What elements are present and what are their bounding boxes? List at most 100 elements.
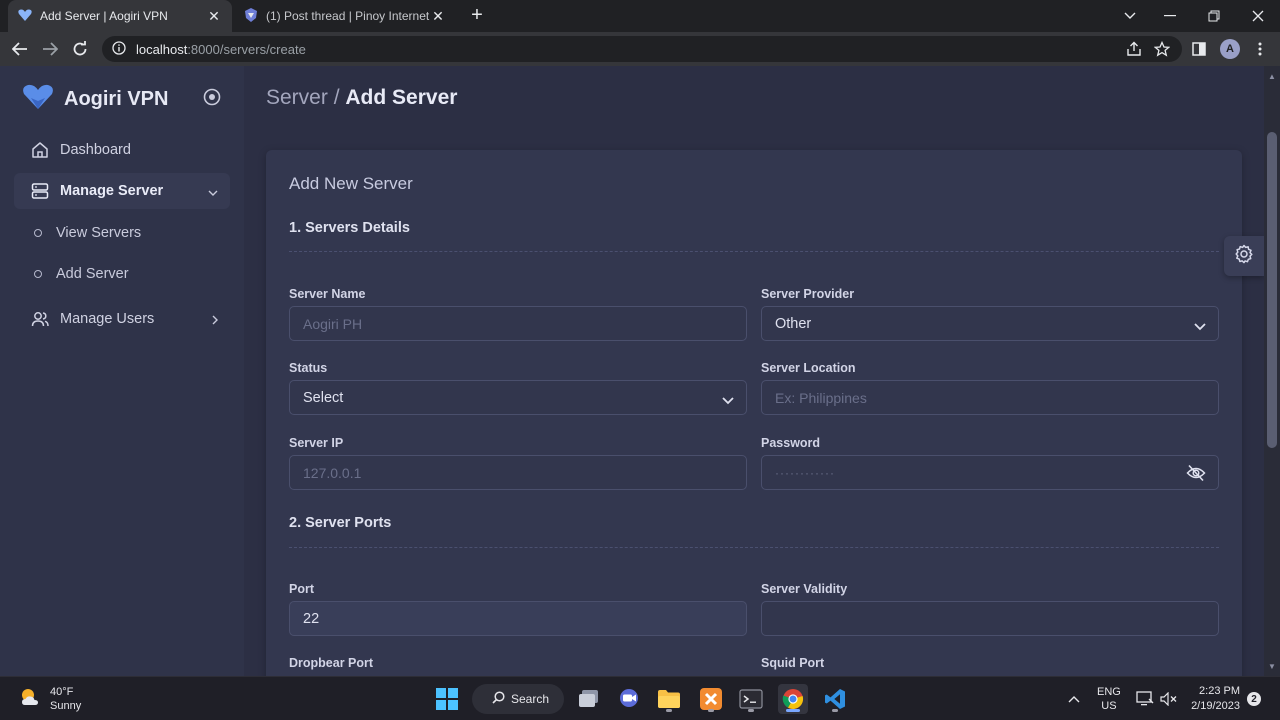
terminal-icon[interactable] (736, 684, 766, 714)
share-icon[interactable] (1124, 39, 1144, 59)
breadcrumb-parent[interactable]: Server (266, 86, 328, 109)
active-indicator (786, 709, 800, 712)
port-input[interactable]: 22 (289, 601, 747, 636)
taskbar-search[interactable]: Search (472, 684, 564, 714)
search-icon (492, 691, 505, 707)
server-provider-select[interactable]: Other (761, 306, 1219, 341)
running-indicator (708, 709, 714, 712)
users-icon (30, 309, 50, 329)
url-path: :8000/servers/create (187, 41, 306, 57)
chevron-down-icon (722, 393, 734, 409)
page-scrollbar[interactable]: ▲ ▼ (1264, 66, 1280, 676)
bookmark-star-icon[interactable] (1152, 39, 1172, 59)
windows-start-icon[interactable] (432, 684, 462, 714)
sidebar: Aogiri VPN Dashboard Manage Server View … (0, 66, 244, 676)
server-validity-label: Server Validity (761, 582, 848, 596)
profile-avatar[interactable]: A (1220, 39, 1240, 59)
language-indicator[interactable]: ENG US (1097, 677, 1121, 720)
task-view-icon[interactable] (574, 684, 604, 714)
home-icon (30, 140, 50, 160)
server-location-input[interactable]: Ex: Philippines (761, 380, 1219, 415)
server-location-placeholder: Ex: Philippines (775, 389, 867, 406)
scroll-down-arrow-icon[interactable]: ▼ (1267, 662, 1277, 672)
sidebar-toggle-icon[interactable] (203, 88, 221, 111)
sidebar-item-view-servers[interactable]: View Servers (14, 216, 230, 250)
clock[interactable]: 2:23 PM 2/19/2023 (1186, 677, 1240, 720)
eye-off-icon[interactable] (1186, 464, 1206, 486)
server-name-input[interactable]: Aogiri PH (289, 306, 747, 341)
server-provider-value: Other (775, 315, 812, 332)
restore-window-icon[interactable] (1192, 0, 1236, 32)
password-label: Password (761, 436, 821, 450)
sidebar-item-label: Add Server (56, 266, 129, 282)
weather-desc: Sunny (50, 700, 82, 712)
new-tab-button[interactable]: + (466, 4, 488, 26)
notification-badge[interactable]: 2 (1247, 677, 1261, 720)
password-input[interactable]: ············ (761, 455, 1219, 490)
status-select[interactable]: Select (289, 380, 747, 415)
server-provider-label: Server Provider (761, 287, 855, 301)
url-host: localhost (136, 41, 188, 57)
server-validity-input[interactable] (761, 601, 1219, 636)
search-label: Search (511, 692, 550, 706)
chevron-down-icon (208, 184, 218, 200)
sidebar-item-label: Manage Users (60, 311, 155, 327)
kebab-menu-icon[interactable] (1250, 39, 1270, 59)
server-name-placeholder: Aogiri PH (303, 315, 363, 332)
xampp-icon[interactable] (696, 684, 726, 714)
tab-post-thread[interactable]: (1) Post thread | Pinoy Internet and ✕ (234, 0, 456, 32)
password-placeholder: ············ (775, 465, 835, 480)
browser-toolbar: localhost:8000/servers/create (0, 32, 1280, 66)
sidebar-item-add-server[interactable]: Add Server (14, 257, 230, 291)
address-bar[interactable]: localhost:8000/servers/create (102, 36, 1182, 62)
page-title: Add Server (345, 86, 458, 109)
windows-taskbar: 40°F Sunny Search ENG US 2:23 PM 2/19/20… (0, 676, 1280, 720)
scroll-up-arrow-icon[interactable]: ▲ (1267, 72, 1277, 82)
circle-bullet-icon (34, 270, 42, 278)
forward-arrow-icon[interactable] (38, 37, 62, 61)
close-tab-icon[interactable]: ✕ (206, 8, 222, 25)
chrome-icon[interactable] (778, 684, 808, 714)
running-indicator (748, 709, 754, 712)
region-code: US (1101, 700, 1117, 712)
heart-favicon-icon (18, 8, 32, 24)
weather-widget[interactable]: 40°F Sunny (18, 685, 81, 713)
brand[interactable]: Aogiri VPN (22, 84, 168, 115)
sidebar-item-manage-users[interactable]: Manage Users (14, 301, 230, 337)
port-label: Port (289, 582, 314, 596)
settings-customizer-button[interactable] (1224, 236, 1264, 276)
squid-port-label: Squid Port (761, 656, 825, 670)
add-server-form-card: Add New Server 1. Servers Details Server… (266, 150, 1242, 676)
sidebar-item-label: Manage Server (60, 183, 164, 199)
server-ip-input[interactable]: 127.0.0.1 (289, 455, 747, 490)
sidebar-item-dashboard[interactable]: Dashboard (14, 132, 230, 168)
tab-search-chevron-icon[interactable] (1108, 0, 1152, 32)
server-icon (30, 181, 50, 201)
chevron-down-icon (1194, 319, 1206, 335)
minimize-window-icon[interactable] (1148, 0, 1192, 32)
reload-icon[interactable] (68, 37, 92, 61)
clock-time: 2:23 PM (1199, 685, 1240, 697)
sidebar-item-manage-server[interactable]: Manage Server (14, 173, 230, 209)
sun-cloud-icon (18, 686, 42, 713)
back-arrow-icon[interactable] (8, 37, 32, 61)
file-explorer-icon[interactable] (654, 684, 684, 714)
running-indicator (832, 709, 838, 712)
site-info-icon[interactable] (112, 40, 126, 58)
status-value: Select (303, 389, 344, 406)
close-tab-icon[interactable]: ✕ (430, 8, 446, 25)
chat-app-icon[interactable] (614, 684, 644, 714)
tab-add-server[interactable]: Add Server | Aogiri VPN ✕ (8, 0, 232, 32)
sidebar-item-label: Dashboard (60, 142, 131, 158)
port-value: 22 (303, 610, 320, 627)
scrollbar-thumb[interactable] (1267, 132, 1277, 448)
volume-muted-icon[interactable] (1160, 677, 1178, 720)
tray-overflow-chevron-icon[interactable] (1068, 677, 1080, 720)
forum-favicon-icon (244, 7, 258, 25)
network-icon[interactable] (1136, 677, 1154, 720)
tab-title: Add Server | Aogiri VPN (40, 9, 168, 23)
weather-temp: 40°F (50, 686, 74, 698)
vscode-icon[interactable] (820, 684, 850, 714)
side-panel-icon[interactable] (1189, 39, 1209, 59)
close-window-icon[interactable] (1236, 0, 1280, 32)
